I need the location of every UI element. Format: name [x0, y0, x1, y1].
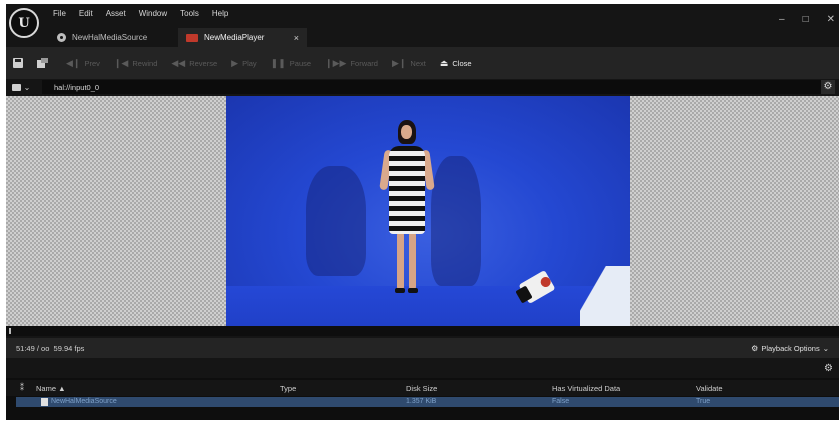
- play-icon: ▶: [231, 57, 239, 68]
- playlist-toolbar: ⚙: [6, 360, 839, 378]
- title-bar: U File Edit Asset Window Tools Help – □ …: [6, 4, 839, 47]
- unreal-logo[interactable]: U: [9, 8, 39, 38]
- player-toolbar: ◀❙ Prev ❙◀ Rewind ◀◀ Reverse ▶ Play ❚❚ Pause …: [6, 47, 839, 79]
- column-header-disk-size[interactable]: Disk Size: [406, 384, 437, 393]
- forward-button[interactable]: ❙▶▶ Forward: [325, 58, 378, 69]
- leg: [397, 232, 404, 290]
- pause-icon: ❚❚: [270, 57, 286, 68]
- url-settings-gear-icon[interactable]: ⚙: [821, 80, 835, 94]
- playback-options-dropdown[interactable]: ⚙ Playback Options ⌄: [751, 344, 829, 353]
- menu-window[interactable]: Window: [139, 9, 167, 18]
- cell-validate: True: [696, 398, 711, 405]
- prev-label: Prev: [84, 58, 100, 68]
- playlist-table: ⁑ Name ▲ Type Disk Size Has Virtualized …: [6, 378, 839, 420]
- play-label: Play: [242, 58, 257, 68]
- open-folder-dropdown[interactable]: ⌄: [6, 79, 36, 95]
- close-tab-icon[interactable]: ×: [294, 33, 299, 43]
- chevron-down-icon: ⌄: [822, 343, 829, 353]
- menu-help[interactable]: Help: [212, 9, 228, 18]
- media-source-file-icon: [41, 398, 48, 406]
- table-row[interactable]: NewHalMediaSource 1.357 KiB False True: [16, 397, 839, 407]
- pause-button[interactable]: ❚❚ Pause: [271, 58, 311, 69]
- rewind-label: Rewind: [132, 58, 158, 68]
- playback-options-label: Playback Options: [761, 343, 820, 353]
- save-icon[interactable]: [13, 58, 23, 68]
- prev-icon: ◀❙: [66, 57, 81, 68]
- menu-bar: File Edit Asset Window Tools Help: [53, 9, 228, 18]
- maximize-button[interactable]: □: [803, 14, 809, 25]
- timeline-scrubber[interactable]: [6, 326, 839, 336]
- play-button[interactable]: ▶ Play: [231, 58, 257, 69]
- next-icon: ▶❙: [391, 57, 407, 68]
- window-controls: – □ ✕: [779, 14, 835, 25]
- column-header-type[interactable]: Type: [280, 384, 296, 393]
- rewind-icon: ❙◀: [113, 57, 129, 68]
- tab-label: NewMediaPlayer: [204, 33, 265, 42]
- next-button[interactable]: ▶❙ Next: [392, 58, 426, 69]
- prev-button[interactable]: ◀❙ Prev: [66, 58, 100, 69]
- menu-tools[interactable]: Tools: [180, 9, 199, 18]
- tab-new-hal-media-source[interactable]: NewHalMediaSource: [49, 28, 178, 47]
- fps-readout: 59.94 fps: [53, 343, 85, 353]
- media-player-window: U File Edit Asset Window Tools Help – □ …: [6, 4, 839, 420]
- column-options-icon[interactable]: ⁑: [20, 383, 24, 392]
- reverse-button[interactable]: ◀◀ Reverse: [171, 58, 217, 69]
- table-header: ⁑ Name ▲ Type Disk Size Has Virtualized …: [6, 380, 839, 396]
- playback-time: 51:49 / oo 59.94 fps: [16, 344, 84, 353]
- gear-icon: ⚙: [751, 343, 759, 353]
- pause-label: Pause: [289, 58, 312, 68]
- forward-label: Forward: [350, 58, 378, 68]
- sort-ascending-icon: ▲: [58, 384, 66, 393]
- column-label: Name: [36, 384, 57, 393]
- eject-icon: ⏏: [439, 57, 449, 68]
- reverse-label: Reverse: [189, 58, 218, 68]
- browse-asset-icon[interactable]: [37, 58, 48, 68]
- playlist-settings-gear-icon[interactable]: ⚙: [824, 363, 833, 374]
- leg: [409, 232, 416, 290]
- close-label: Close: [452, 58, 472, 68]
- reflector-card: [580, 266, 630, 326]
- media-player-icon: [186, 33, 198, 42]
- menu-edit[interactable]: Edit: [79, 9, 93, 18]
- cell-disk-size: 1.357 KiB: [406, 398, 437, 405]
- next-label: Next: [410, 58, 426, 68]
- column-header-validate[interactable]: Validate: [696, 384, 723, 393]
- media-source-icon: [57, 33, 66, 42]
- time-readout: 51:49 / oo: [16, 343, 50, 353]
- wall-shadow: [431, 156, 481, 286]
- forward-icon: ❙▶▶: [325, 57, 347, 68]
- video-viewport[interactable]: [6, 96, 839, 326]
- video-frame: [226, 96, 630, 326]
- chevron-down-icon: ⌄: [23, 82, 31, 92]
- status-bar: 51:49 / oo 59.94 fps ⚙ Playback Options …: [6, 338, 839, 358]
- shoe: [395, 288, 405, 293]
- column-header-has-virtualized-data[interactable]: Has Virtualized Data: [552, 384, 620, 393]
- url-bar: ⌄ hal://input0_0 ⚙: [6, 79, 839, 95]
- shoe: [408, 288, 418, 293]
- column-header-name[interactable]: Name ▲: [36, 384, 66, 393]
- menu-file[interactable]: File: [53, 9, 66, 18]
- reverse-icon: ◀◀: [171, 57, 186, 68]
- rewind-button[interactable]: ❙◀ Rewind: [114, 58, 157, 69]
- tab-label: NewHalMediaSource: [72, 33, 148, 42]
- folder-icon: [11, 83, 21, 91]
- striped-dress: [389, 146, 425, 234]
- cell-has-virtualized-data: False: [552, 398, 570, 405]
- minimize-button[interactable]: –: [779, 14, 785, 25]
- tab-strip: NewHalMediaSource NewMediaPlayer ×: [49, 28, 307, 47]
- face: [401, 125, 412, 139]
- tab-new-media-player[interactable]: NewMediaPlayer ×: [178, 28, 307, 47]
- close-window-button[interactable]: ✕: [827, 14, 835, 25]
- cell-name: NewHalMediaSource: [51, 398, 117, 405]
- close-media-button[interactable]: ⏏ Close: [440, 58, 472, 69]
- menu-asset[interactable]: Asset: [106, 9, 126, 18]
- url-input[interactable]: hal://input0_0: [42, 80, 827, 94]
- presenter-figure: [376, 120, 436, 300]
- wall-shadow: [306, 166, 366, 276]
